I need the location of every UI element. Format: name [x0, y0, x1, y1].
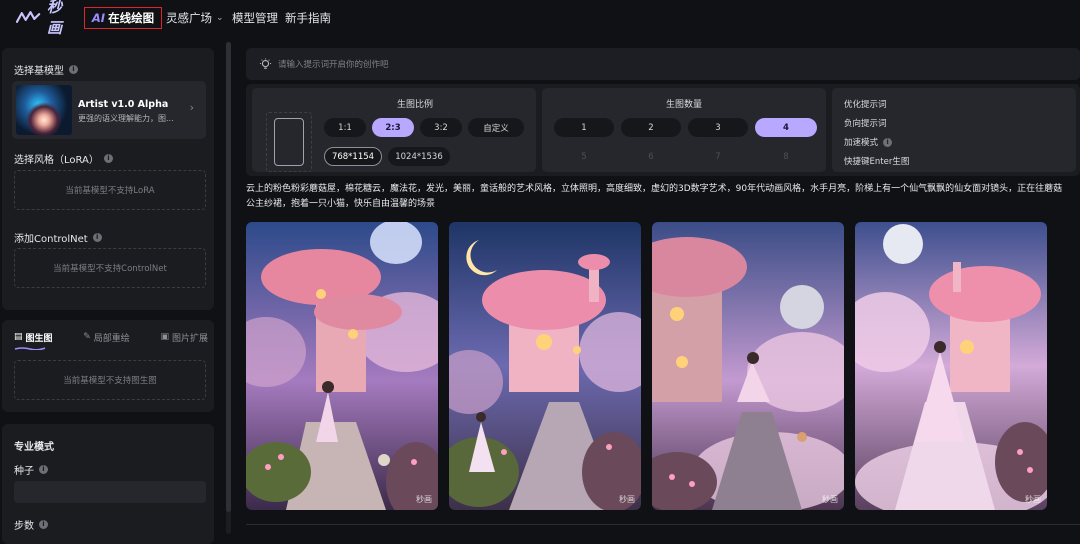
img2img-tabs: ▤ 图生图 ✎ 局部重绘 ▣ 图片扩展: [14, 327, 208, 347]
size-1024-button[interactable]: 1024*1536: [388, 147, 450, 166]
brush-icon: ✎: [83, 332, 91, 342]
result-image-1[interactable]: 秒画: [246, 222, 438, 510]
ratio-box: 生图比例 1:1 2:3 3:2 自定义 768*1154 1024*1536: [252, 88, 536, 172]
nav-inspiration-label: 灵感广场: [166, 11, 212, 25]
main-area: 请输入提示词开启你的创作吧 生图比例 1:1 2:3 3:2 自定义 768*1…: [240, 38, 1080, 534]
pro-mode-panel: 专业模式 种子 i 步数 i: [2, 424, 214, 544]
turbo-mode-toggle[interactable]: 加速模式 i: [844, 136, 893, 148]
ratio-1-1-button[interactable]: 1:1: [324, 118, 366, 137]
controlnet-label: 添加ControlNet i: [14, 230, 102, 245]
controlnet-empty-box[interactable]: 当前基模型不支持ControlNet: [14, 248, 206, 288]
model-thumbnail: [16, 85, 72, 135]
chevron-down-icon: ⌄: [216, 13, 224, 23]
img2img-panel: ▤ 图生图 ✎ 局部重绘 ▣ 图片扩展 当前基模型不支持图生图: [2, 320, 214, 412]
ratio-title: 生图比例: [396, 100, 433, 110]
count-8-disabled: 8: [783, 152, 789, 162]
lightbulb-icon: [258, 57, 272, 71]
result-image-4[interactable]: 秒画: [855, 222, 1047, 510]
ratio-custom-button[interactable]: 自定义: [468, 118, 524, 137]
ratio-3-2-button[interactable]: 3:2: [420, 118, 462, 137]
options-box: 优化提示词 负向提示词 加速模式 i 快捷键Enter生图: [832, 88, 1076, 172]
prompt-input[interactable]: 请输入提示词开启你的创作吧: [246, 48, 1080, 80]
model-panel: 选择基模型 i Artist v1.0 Alpha 更强的语义理解能力，图...…: [2, 48, 214, 310]
settings-bar: 生图比例 1:1 2:3 3:2 自定义 768*1154 1024*1536 …: [246, 84, 1080, 176]
info-icon[interactable]: i: [39, 465, 48, 474]
size-768-button[interactable]: 768*1154: [324, 147, 382, 166]
img2img-empty-box[interactable]: 当前基模型不支持图生图: [14, 360, 206, 400]
nav-inspiration[interactable]: 灵感广场 ⌄: [166, 7, 224, 29]
tab-img2img-label: 图生图: [25, 333, 53, 344]
watermark: 秒画: [619, 495, 635, 504]
result-prompt-line1: 云上的粉色粉彩蘑菇屋，棉花糖云，魔法花，发光，美丽，童话般的艺术风格，立体照明，…: [246, 184, 1063, 194]
info-icon[interactable]: i: [69, 65, 78, 74]
model-name: Artist v1.0 Alpha: [78, 99, 169, 110]
chevron-right-icon: ›: [189, 101, 194, 114]
model-card[interactable]: Artist v1.0 Alpha 更强的语义理解能力，图... ›: [12, 81, 206, 139]
count-title: 生图数量: [665, 100, 702, 110]
result-prompt-line2: 公主纱裙，抱着一只小猫，快乐自由温馨的场景: [246, 199, 436, 209]
optimize-prompt-toggle[interactable]: 优化提示词: [844, 98, 887, 110]
ratio-preview-frame: [274, 118, 304, 166]
base-model-label-text: 选择基模型: [14, 66, 64, 77]
info-icon[interactable]: i: [883, 137, 893, 147]
tab-inpaint-label: 局部重绘: [93, 333, 130, 344]
divider: [246, 524, 1080, 525]
tab-active-indicator: [14, 347, 46, 350]
nav-ai-label: 在线绘图: [108, 11, 155, 25]
info-icon[interactable]: i: [103, 154, 113, 163]
image-icon: ▤: [14, 332, 23, 342]
expand-icon: ▣: [160, 332, 169, 342]
watermark: 秒画: [416, 495, 432, 504]
watermark: 秒画: [1025, 495, 1041, 504]
lora-label: 选择风格（LoRA） i: [14, 151, 113, 166]
ratio-2-3-button[interactable]: 2:3: [372, 118, 414, 137]
logo-wave-icon: [16, 11, 41, 23]
top-bar: 秒画 AI 在线绘图 灵感广场 ⌄ 模型管理 新手指南: [0, 0, 1080, 37]
logo-text: 秒画: [47, 0, 63, 37]
logo[interactable]: 秒画: [16, 0, 76, 37]
info-icon[interactable]: i: [92, 233, 102, 242]
prompt-placeholder: 请输入提示词开启你的创作吧: [278, 60, 389, 70]
lora-label-text: 选择风格（LoRA）: [14, 155, 99, 166]
base-model-label: 选择基模型 i: [14, 62, 78, 77]
count-4-button[interactable]: 4: [755, 118, 817, 137]
controlnet-label-text: 添加ControlNet: [14, 234, 88, 245]
watermark: 秒画: [822, 495, 838, 504]
steps-label-text: 步数: [14, 521, 34, 532]
tab-img2img[interactable]: ▤ 图生图: [14, 327, 53, 347]
count-7-disabled: 7: [715, 152, 721, 162]
nav-ai-drawing[interactable]: AI 在线绘图: [84, 7, 162, 29]
sidebar: 选择基模型 i Artist v1.0 Alpha 更强的语义理解能力，图...…: [0, 38, 222, 544]
negative-prompt-toggle[interactable]: 负向提示词: [844, 117, 887, 129]
sidebar-scrollbar-thumb[interactable]: [226, 42, 231, 512]
count-3-button[interactable]: 3: [688, 118, 748, 137]
count-2-button[interactable]: 2: [621, 118, 681, 137]
nav-guide[interactable]: 新手指南: [285, 7, 331, 29]
nav-guide-label: 新手指南: [285, 11, 331, 25]
shortcut-hint: 快捷键Enter生图: [844, 157, 910, 167]
pro-mode-label: 专业模式: [14, 442, 54, 453]
steps-label: 步数 i: [14, 517, 48, 532]
result-prompt: 云上的粉色粉彩蘑菇屋，棉花糖云，魔法花，发光，美丽，童话般的艺术风格，立体照明，…: [246, 182, 1080, 212]
seed-label-text: 种子: [14, 466, 34, 477]
nav-model-manage-label: 模型管理: [232, 11, 278, 25]
tab-inpaint[interactable]: ✎ 局部重绘: [83, 327, 130, 347]
seed-label: 种子 i: [14, 462, 48, 477]
result-image-2[interactable]: 秒画: [449, 222, 641, 510]
nav-model-manage[interactable]: 模型管理: [232, 7, 278, 29]
seed-input[interactable]: [14, 481, 206, 503]
count-6-disabled: 6: [648, 152, 654, 162]
turbo-mode-label: 加速模式: [844, 138, 879, 148]
lora-empty-box[interactable]: 当前基模型不支持LoRA: [14, 170, 206, 210]
count-box: 生图数量 1 2 3 4 5 6 7 8: [542, 88, 826, 172]
nav-ai-prefix: AI: [91, 11, 106, 25]
tab-outpaint-label: 图片扩展: [171, 333, 208, 344]
count-5-disabled: 5: [581, 152, 587, 162]
info-icon[interactable]: i: [39, 520, 48, 529]
model-desc: 更强的语义理解能力，图...: [78, 114, 174, 123]
tab-outpaint[interactable]: ▣ 图片扩展: [160, 327, 208, 347]
count-1-button[interactable]: 1: [554, 118, 614, 137]
result-image-3[interactable]: 秒画: [652, 222, 844, 510]
